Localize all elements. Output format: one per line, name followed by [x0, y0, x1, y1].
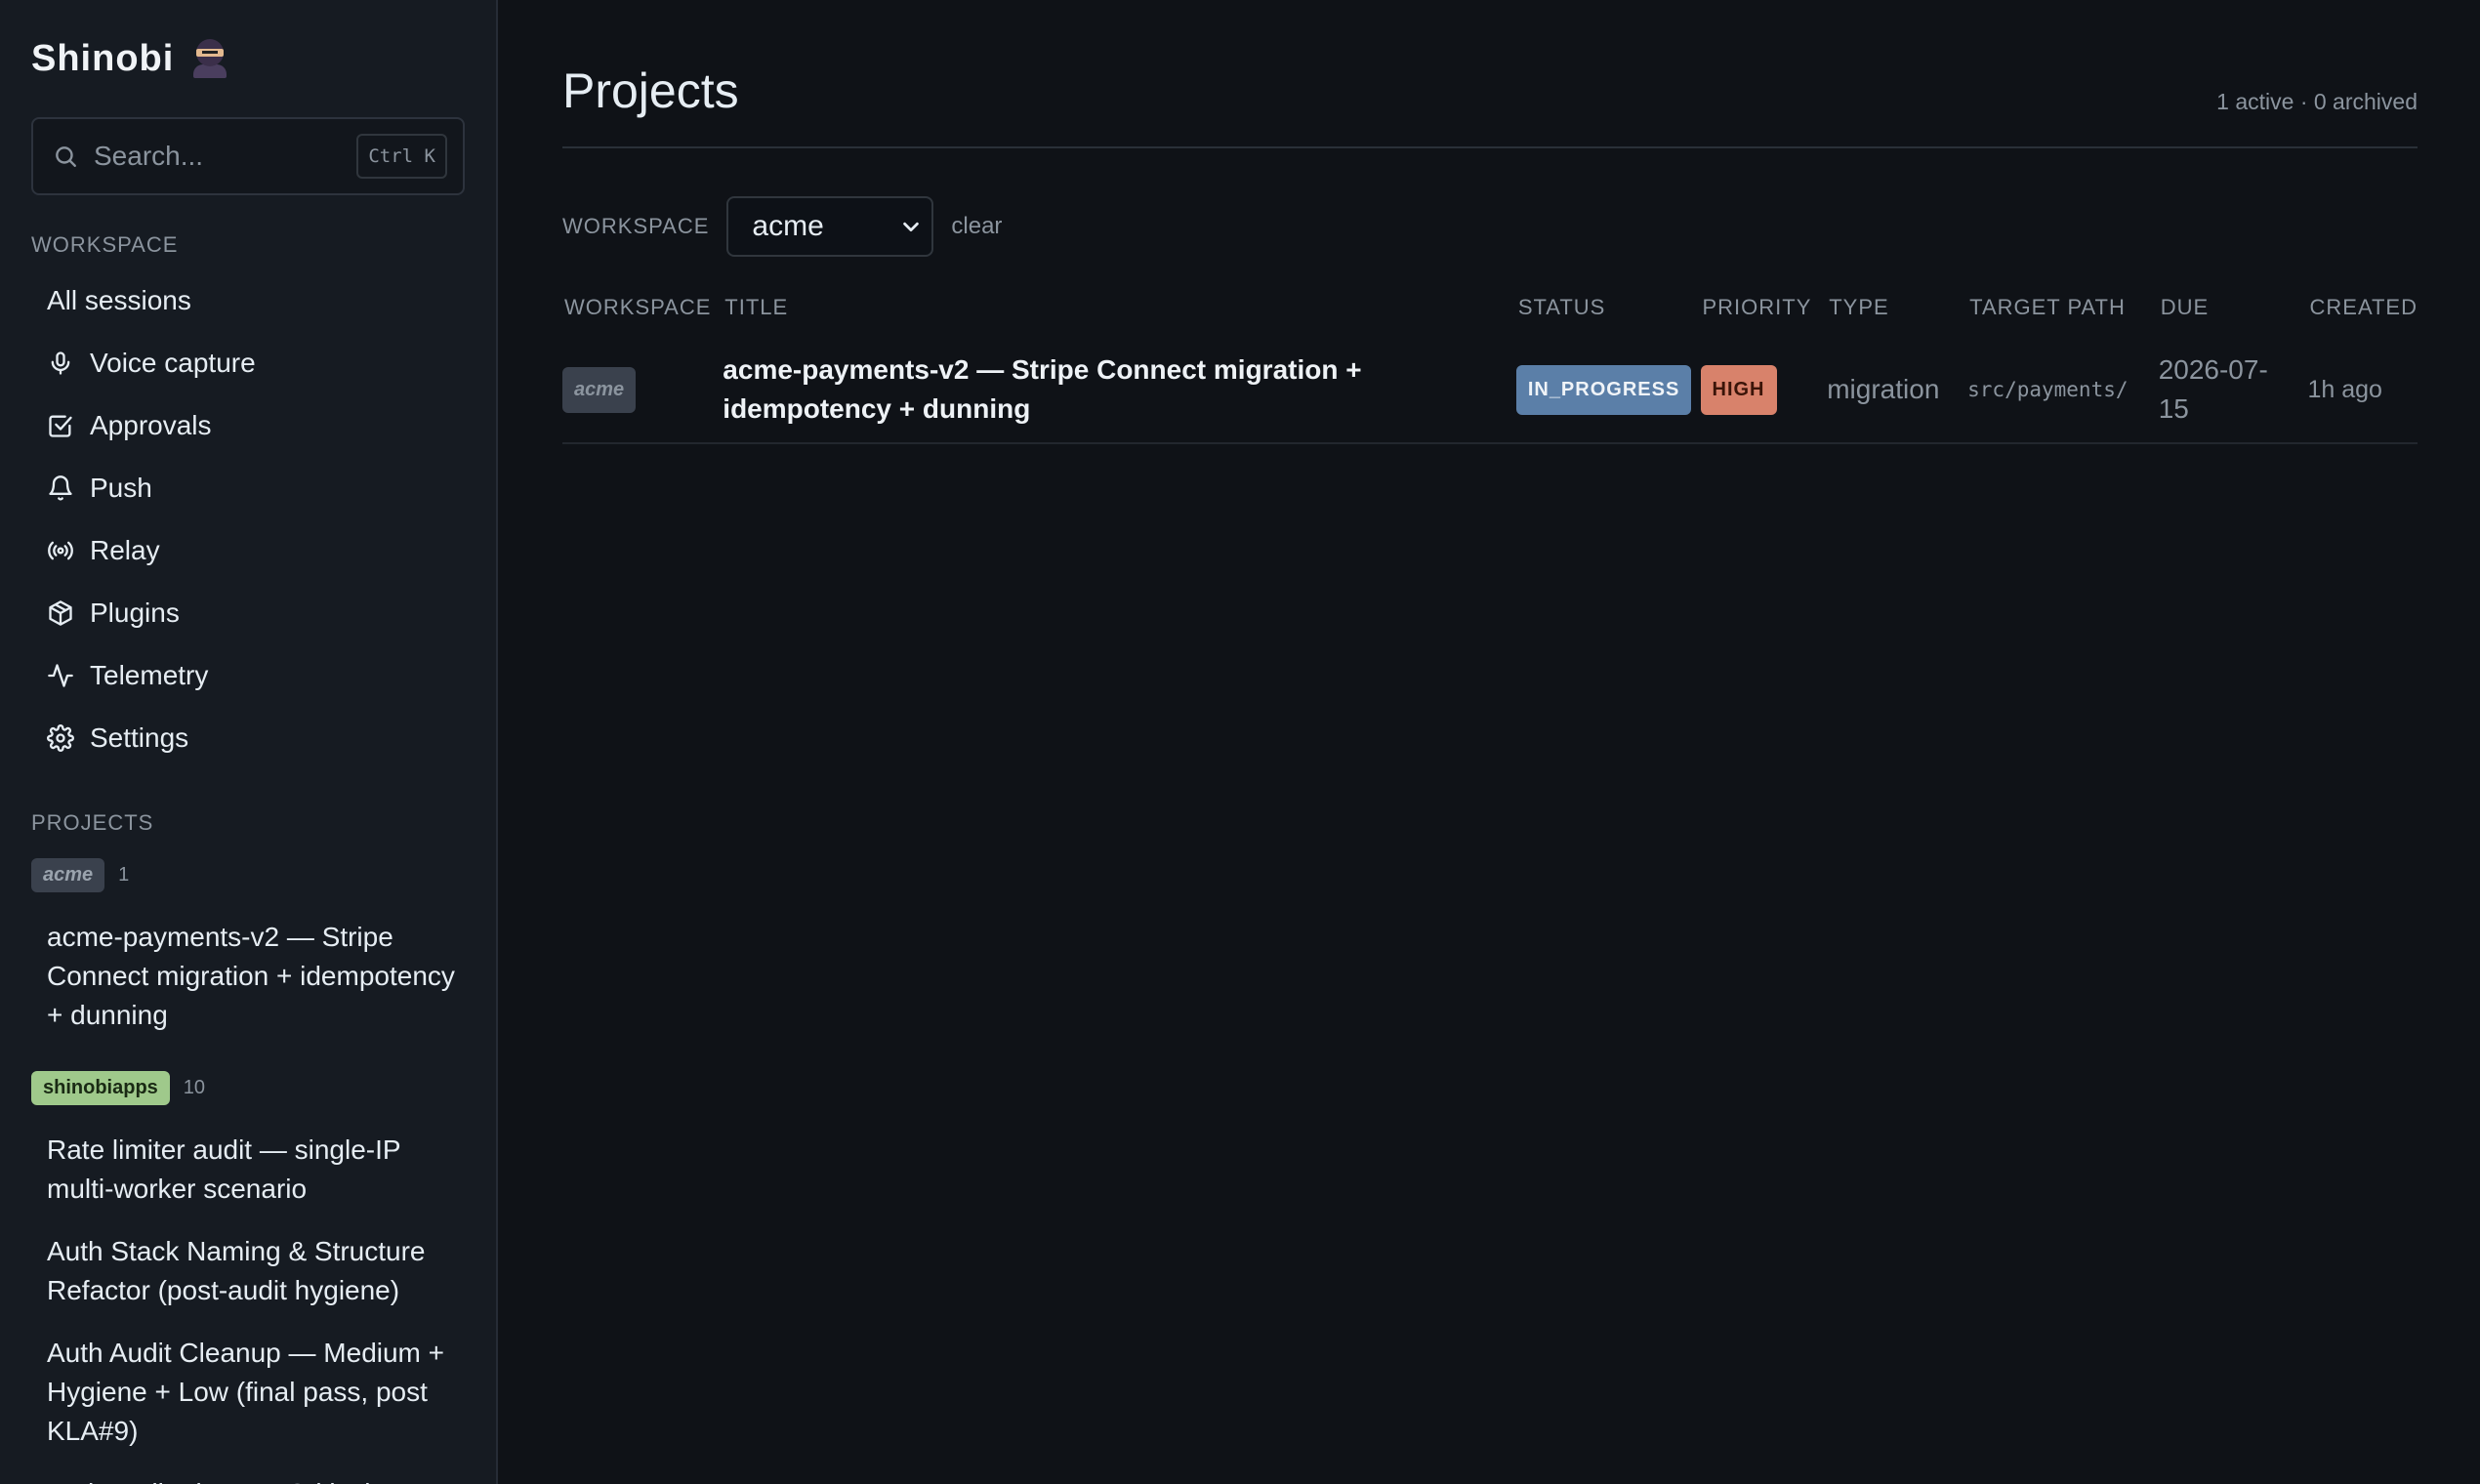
microphone-icon: [51, 351, 70, 375]
sidebar-project-item[interactable]: acme-payments-v2 — Stripe Connect migrat…: [31, 908, 465, 1045]
priority-badge: HIGH: [1700, 364, 1777, 415]
activity-icon: [48, 664, 73, 687]
filter-bar: WORKSPACE acme clear: [562, 196, 2418, 257]
chevron-down-icon: [903, 222, 920, 232]
column-header-priority[interactable]: PRIORITY: [1701, 278, 1828, 337]
sidebar-item-plugins[interactable]: Plugins: [31, 582, 465, 644]
sidebar-item-label: Approvals: [90, 410, 212, 440]
project-group-shinobiapps: shinobiapps 10: [31, 1068, 465, 1107]
workspace-select-value: acme: [752, 210, 824, 242]
projects-table: WORKSPACE TITLE STATUS PRIORITY TYPE TAR…: [562, 278, 2418, 444]
page-header: Projects 1 active · 0 archived: [562, 0, 2418, 148]
group-count: 10: [183, 1076, 206, 1098]
column-header-target-path[interactable]: TARGET PATH: [1967, 278, 2159, 337]
due-date: 2026-07-15: [2158, 354, 2268, 424]
workspace-select[interactable]: acme: [726, 196, 934, 257]
main-content: Projects 1 active · 0 archived WORKSPACE…: [498, 0, 2480, 1484]
sidebar-item-all-sessions[interactable]: All sessions: [31, 269, 465, 332]
sidebar-item-label: Push: [90, 473, 152, 503]
brand[interactable]: Shinobi: [31, 0, 465, 117]
column-header-type[interactable]: TYPE: [1827, 278, 1967, 337]
sidebar-item-approvals[interactable]: Approvals: [31, 394, 465, 457]
search-icon: [56, 146, 76, 167]
sidebar-item-push[interactable]: Push: [31, 457, 465, 519]
table-header-row: WORKSPACE TITLE STATUS PRIORITY TYPE TAR…: [562, 278, 2418, 337]
table-row[interactable]: acme acme-payments-v2 — Stripe Connect m…: [562, 337, 2418, 444]
sidebar-item-settings[interactable]: Settings: [31, 707, 465, 769]
broadcast-icon: [48, 541, 73, 560]
column-header-title[interactable]: TITLE: [723, 278, 1516, 337]
project-counts: 1 active · 0 archived: [2216, 89, 2418, 114]
gear-icon: [47, 724, 74, 752]
sidebar-item-label: Voice capture: [90, 348, 256, 378]
ninja-icon: [193, 39, 227, 78]
workspace-tag[interactable]: acme: [31, 857, 105, 892]
sidebar-item-telemetry[interactable]: Telemetry: [31, 644, 465, 707]
workspace-tag[interactable]: acme: [562, 366, 637, 413]
workspace-filter-label: WORKSPACE: [562, 214, 710, 238]
created-time: 1h ago: [2307, 375, 2382, 403]
sidebar-item-label: Plugins: [90, 598, 180, 628]
column-header-workspace[interactable]: WORKSPACE: [562, 278, 723, 337]
column-header-created[interactable]: CREATED: [2308, 278, 2418, 337]
sidebar-item-relay[interactable]: Relay: [31, 519, 465, 582]
project-type: migration: [1827, 374, 1940, 404]
sidebar-project-item[interactable]: Auth Audit Cleanup — Medium + Hygiene + …: [31, 1324, 465, 1461]
bell-icon: [49, 475, 72, 501]
search-placeholder: Search...: [94, 141, 204, 171]
project-group-acme: acme 1: [31, 855, 465, 894]
page-title: Projects: [562, 63, 739, 118]
sidebar-item-label: Telemetry: [90, 660, 209, 690]
workspace-heading: WORKSPACE: [31, 232, 179, 257]
sidebar-project-item[interactable]: Auth Audit Fixes — Critical: [31, 1464, 465, 1484]
project-title[interactable]: acme-payments-v2 — Stripe Connect migrat…: [723, 350, 1465, 429]
sidebar-item-label: All sessions: [47, 285, 191, 315]
clear-filter-link[interactable]: clear: [951, 213, 1002, 240]
sidebar: Shinobi Search... Ctrl K WORKSPACE All s…: [0, 0, 498, 1484]
projects-heading: PROJECTS: [31, 810, 154, 835]
search-input[interactable]: Search... Ctrl K: [31, 117, 465, 195]
column-header-due[interactable]: DUE: [2159, 278, 2308, 337]
sidebar-project-item[interactable]: Rate limiter audit — single-IP multi-wor…: [31, 1121, 465, 1218]
sidebar-item-label: Settings: [90, 722, 189, 753]
sidebar-project-item[interactable]: Auth Stack Naming & Structure Refactor (…: [31, 1222, 465, 1320]
status-badge: IN_PROGRESS: [1515, 364, 1692, 415]
checkbox-icon: [49, 415, 72, 437]
search-shortcut: Ctrl K: [356, 134, 447, 179]
sidebar-item-voice-capture[interactable]: Voice capture: [31, 332, 465, 394]
group-count: 1: [118, 863, 130, 886]
workspace-tag[interactable]: shinobiapps: [31, 1070, 170, 1105]
column-header-status[interactable]: STATUS: [1516, 278, 1701, 337]
sidebar-nav: All sessions Voice capture Approvals Pus…: [31, 269, 465, 769]
package-icon: [49, 600, 72, 626]
app-root: Shinobi Search... Ctrl K WORKSPACE All s…: [0, 0, 2480, 1484]
app-title: Shinobi: [31, 37, 175, 79]
sidebar-item-label: Relay: [90, 535, 160, 565]
target-path: src/payments/: [1967, 378, 2129, 401]
